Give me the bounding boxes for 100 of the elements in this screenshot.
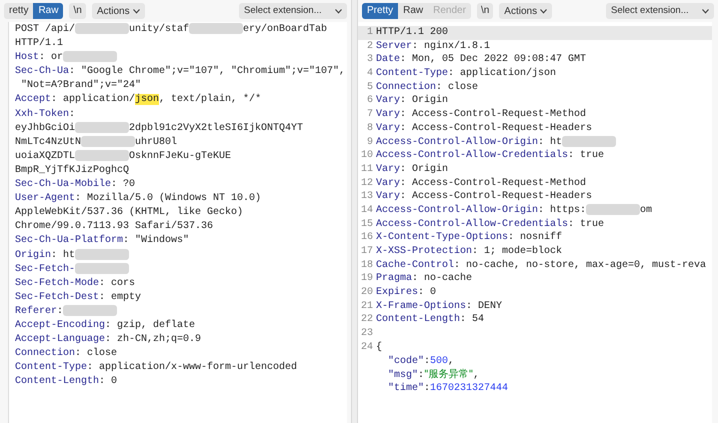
code-text: uhrU80l: [135, 136, 178, 148]
code-text: :: [424, 356, 430, 366]
code-text: NmLTc4NzUtN: [15, 136, 82, 148]
line-number: 14: [360, 204, 374, 218]
header-name: X-Content-Type-Options: [376, 232, 508, 244]
json-string: "服务异常": [424, 369, 474, 380]
newline-toggle[interactable]: \n: [69, 3, 86, 19]
line-number: 6: [366, 94, 374, 108]
code-text: : 0: [99, 376, 118, 388]
extension-select[interactable]: Select extension...: [606, 3, 714, 19]
code-text: :: [57, 306, 64, 318]
redaction-blur: [586, 204, 640, 215]
header-name: Pragma: [376, 273, 412, 284]
code-text: : true: [568, 218, 604, 230]
header-name: Content-Type: [15, 362, 88, 374]
code-text: ,: [448, 356, 454, 366]
header-name: Server: [376, 40, 412, 52]
chevron-down-icon: [540, 8, 548, 14]
code-text: : nosniff: [508, 232, 562, 244]
code-text: : Access-Control-Request-Method: [400, 178, 586, 189]
code-text: : ht: [538, 136, 562, 148]
header-name: Vary: [376, 95, 400, 106]
code-text: OsknnFJeKu-gTeKUE: [129, 150, 232, 162]
code-text: :: [418, 370, 424, 382]
code-text: eyJhbGciOi: [15, 122, 76, 134]
code-text: : "Windows": [123, 235, 190, 246]
code-text: : Access-Control-Request-Headers: [400, 122, 592, 134]
line-number: 5: [366, 80, 374, 94]
header-name: Vary: [376, 191, 400, 202]
header-name: Sec-Ch-Ua-Platform: [15, 235, 124, 246]
redaction-blur: [75, 262, 130, 274]
header-name: Content-Length: [376, 314, 460, 326]
code-text: Chrome/99.0.7113.93 Safari/537.36: [15, 221, 214, 232]
code-text: : true: [568, 150, 604, 162]
code-text: : nginx/1.8.1: [412, 40, 490, 52]
actions-dropdown[interactable]: Actions: [499, 3, 552, 19]
line-number: 20: [360, 286, 374, 300]
code-text: : empty: [99, 292, 142, 303]
code-text: : Origin: [400, 95, 448, 106]
line-number: 22: [360, 313, 374, 328]
code-text: HTTP/1.1: [15, 38, 64, 50]
line-number: 1: [366, 26, 374, 40]
redaction-blur: [81, 136, 136, 147]
header-name: Vary: [376, 122, 400, 134]
extension-select[interactable]: Select extension...: [239, 3, 347, 19]
line-number: 10: [360, 149, 374, 163]
actions-dropdown[interactable]: Actions: [92, 3, 145, 19]
header-name: Sec-Ch-Ua-Mobile: [15, 179, 112, 190]
code-text: : zh-CN,zh;q=0.9: [105, 334, 202, 346]
search-highlight: json: [135, 94, 160, 106]
chevron-down-icon: [335, 8, 342, 14]
header-name: Access-Control-Allow-Credentials: [376, 150, 568, 162]
header-name: Xxh-Token: [15, 108, 70, 120]
header-name: Access-Control-Allow-Origin: [376, 136, 538, 148]
line-number: 7: [366, 108, 374, 122]
code-text: :: [424, 382, 430, 394]
code-text: BmpR_YjTfKJizPoghcQ: [15, 164, 130, 176]
header-name: Sec-Ch-Ua: [15, 66, 70, 78]
view-tab[interactable]: Raw: [33, 3, 64, 19]
redaction-blur: [75, 122, 130, 133]
view-tab[interactable]: Pretty: [362, 3, 398, 19]
code-text: : application/json: [448, 68, 556, 80]
header-name: Sec-Fetch-Dest: [15, 292, 100, 303]
code-text: : ht: [51, 250, 76, 261]
line-number: 24: [360, 340, 374, 354]
header-name: Access-Control-Allow-Origin: [376, 205, 538, 216]
code-text: unity/staf: [129, 24, 190, 36]
line-number: 19: [360, 272, 374, 286]
line-number: 3: [366, 53, 374, 68]
header-name: Vary: [376, 164, 400, 175]
code-text: : close: [436, 82, 478, 93]
header-name: Vary: [376, 109, 400, 120]
redaction-blur: [75, 248, 130, 260]
header-name: User-Agent: [15, 193, 76, 204]
code-text: : Mozilla/5.0 (Windows NT 10.0): [75, 193, 262, 204]
redaction-blur: [75, 150, 130, 161]
code-text: uoiaXQZDTL: [15, 150, 76, 162]
line-number: 8: [366, 122, 374, 136]
line-number: 18: [360, 258, 374, 272]
code-text: : DENY: [466, 300, 502, 312]
json-key: "time": [376, 382, 424, 394]
line-number: 4: [366, 67, 374, 81]
line-number: 17: [360, 245, 374, 259]
header-name: Vary: [376, 178, 400, 189]
header-name: Referer: [15, 306, 58, 318]
code-text: "Not=A?Brand";v="24": [20, 80, 142, 92]
header-name: Connection: [376, 82, 436, 93]
chevron-down-icon: [132, 8, 140, 14]
redaction-blur: [562, 136, 616, 146]
view-tab[interactable]: Raw: [398, 3, 428, 19]
code-text: : no-cache, no-store, max-age=0, must-reva: [454, 260, 706, 271]
line-number: 16: [360, 231, 374, 245]
view-tab[interactable]: retty: [4, 3, 34, 19]
code-text: : Access-Control-Request-Headers: [400, 191, 592, 202]
header-name: Origin: [15, 250, 52, 261]
header-name: Accept-Language: [15, 334, 106, 346]
code-text: : no-cache: [412, 273, 472, 284]
newline-toggle[interactable]: \n: [476, 3, 494, 19]
code-text: : application/x-www-form-urlencoded: [87, 362, 298, 374]
header-name: Content-Length: [15, 376, 100, 388]
